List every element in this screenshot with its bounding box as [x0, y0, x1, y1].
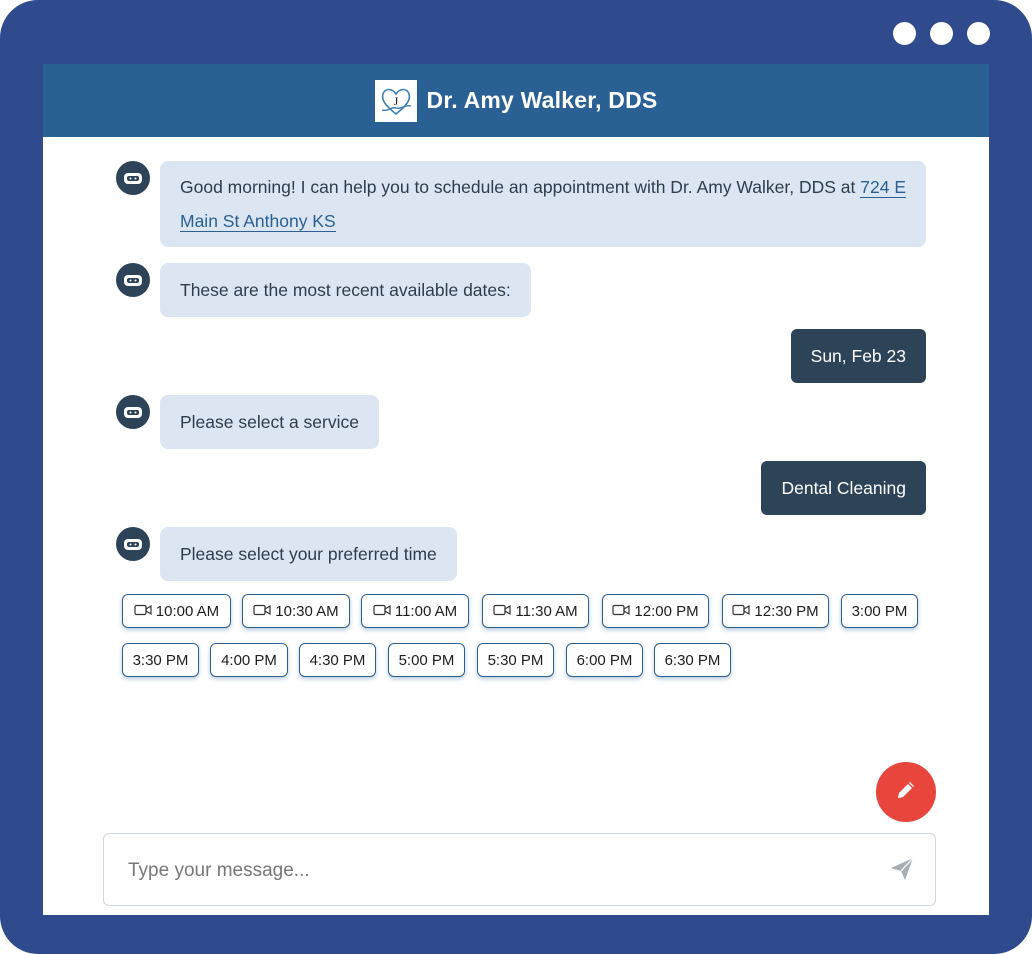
time-slot-label: 5:00 PM	[398, 651, 455, 669]
time-slot-button[interactable]: 3:30 PM	[122, 643, 199, 677]
window-controls	[893, 22, 990, 45]
time-slot-button[interactable]: 11:30 AM	[482, 594, 589, 628]
time-slot-label: 12:00 PM	[634, 602, 699, 620]
time-slot-button[interactable]: 12:00 PM	[602, 594, 709, 628]
message-composer	[103, 833, 936, 906]
video-camera-icon	[373, 603, 391, 620]
video-camera-icon	[253, 603, 271, 620]
dates-prompt-bubble: These are the most recent available date…	[160, 263, 531, 317]
time-prompt-bubble: Please select your preferred time	[160, 527, 457, 581]
window-dot-1[interactable]	[893, 22, 916, 45]
video-camera-icon	[134, 603, 152, 620]
time-slot-button[interactable]: 5:30 PM	[477, 643, 554, 677]
bot-message: Please select a service	[116, 395, 379, 449]
time-slot-button[interactable]: 11:00 AM	[361, 594, 469, 628]
time-slot-button[interactable]: 10:00 AM	[122, 594, 231, 628]
message-input[interactable]	[126, 854, 850, 888]
bot-message: These are the most recent available date…	[116, 263, 531, 317]
bot-icon	[116, 161, 150, 195]
selected-date-bubble: Sun, Feb 23	[790, 329, 926, 383]
greeting-bubble: Good morning! I can help you to schedule…	[160, 161, 926, 247]
compose-button[interactable]	[876, 762, 936, 822]
chat-header: J Dr. Amy Walker, DDS	[43, 64, 989, 137]
video-camera-icon	[732, 603, 750, 620]
time-slot-button[interactable]: 12:30 PM	[722, 594, 829, 628]
time-slot-label: 6:00 PM	[576, 651, 633, 669]
service-prompt-bubble: Please select a service	[160, 395, 379, 449]
time-slot-label: 3:30 PM	[132, 651, 189, 669]
time-slot-button[interactable]: 6:30 PM	[654, 643, 731, 677]
practice-logo: J	[374, 79, 417, 122]
window-dot-3[interactable]	[967, 22, 990, 45]
svg-text:J: J	[393, 94, 398, 108]
page-title: Dr. Amy Walker, DDS	[426, 87, 658, 113]
time-slot-button[interactable]: 10:30 AM	[242, 594, 350, 628]
pencil-icon	[894, 778, 918, 807]
bot-icon	[116, 263, 150, 297]
video-camera-icon	[612, 603, 630, 620]
time-slot-label: 6:30 PM	[664, 651, 721, 669]
time-slot-label: 11:00 AM	[394, 602, 458, 620]
time-slot-label: 11:30 AM	[515, 602, 578, 620]
time-slot-label: 5:30 PM	[487, 651, 544, 669]
time-slot-button[interactable]: 6:00 PM	[566, 643, 643, 677]
time-slot-button[interactable]: 5:00 PM	[388, 643, 465, 677]
window-dot-2[interactable]	[930, 22, 953, 45]
selected-service-bubble: Dental Cleaning	[761, 461, 926, 515]
time-slot-label: 12:30 PM	[754, 602, 819, 620]
time-slot-button[interactable]: 4:00 PM	[210, 643, 288, 677]
bot-message: Good morning! I can help you to schedule…	[116, 161, 926, 247]
time-slot-label: 3:00 PM	[851, 602, 908, 620]
video-camera-icon	[493, 603, 511, 620]
bot-message: Please select your preferred time	[116, 527, 457, 581]
time-slot-label: 10:30 AM	[275, 602, 339, 620]
chat-window: J Dr. Amy Walker, DDS Good morning! I ca…	[43, 64, 989, 915]
time-slot-label: 4:30 PM	[309, 651, 366, 669]
bot-icon	[116, 395, 150, 429]
greeting-text: Good morning! I can help you to schedule…	[180, 177, 861, 197]
time-slot-button[interactable]: 4:30 PM	[299, 643, 376, 677]
bot-icon	[116, 527, 150, 561]
time-slot-label: 4:00 PM	[221, 651, 277, 669]
send-icon[interactable]	[889, 856, 915, 887]
time-slot-label: 10:00 AM	[155, 602, 220, 620]
time-slot-button[interactable]: 3:00 PM	[841, 594, 918, 628]
browser-frame: J Dr. Amy Walker, DDS Good morning! I ca…	[0, 0, 1032, 954]
